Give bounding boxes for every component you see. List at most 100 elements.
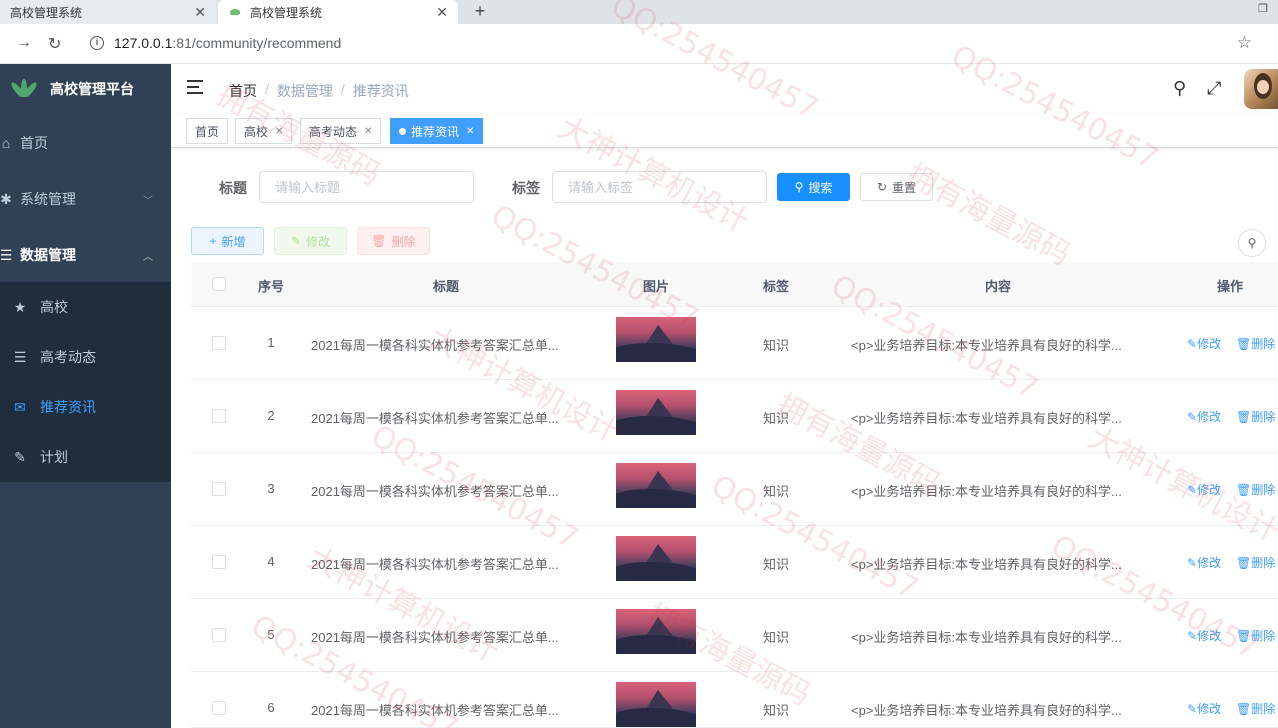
row-tag: 知识: [762, 630, 789, 645]
delete-button[interactable]: 🗑 删除: [357, 227, 430, 255]
sidebar-item-recommend[interactable]: ✉ 推荐资讯: [0, 382, 171, 432]
tag-search-input[interactable]: [552, 171, 767, 203]
row-number: 5: [267, 627, 275, 642]
trash-icon: 🗑: [1236, 702, 1252, 716]
gear-icon: ✱: [0, 190, 12, 207]
url-field[interactable]: i 127.0.0.1:81/community/recommend: [90, 35, 341, 51]
select-all-checkbox[interactable]: [212, 277, 226, 291]
row-image[interactable]: [616, 609, 696, 654]
reset-button-label: 重置: [892, 180, 917, 195]
avatar[interactable]: [1244, 69, 1278, 109]
row-checkbox[interactable]: [212, 628, 226, 642]
row-image[interactable]: [616, 317, 696, 362]
edit-button[interactable]: ✎ 修改: [274, 227, 347, 255]
row-delete-label: 删除: [1251, 702, 1276, 716]
close-icon[interactable]: ✕: [194, 4, 206, 21]
sidebar-logo[interactable]: 高校管理平台: [0, 64, 171, 114]
row-delete-link[interactable]: 🗑删除: [1236, 408, 1275, 425]
sidebar-item-system[interactable]: ✱ 系统管理 ﹀: [0, 174, 171, 224]
row-delete-link[interactable]: 🗑删除: [1236, 335, 1275, 352]
close-icon[interactable]: ✕: [275, 126, 283, 137]
row-edit-link[interactable]: ✎修改: [1187, 700, 1221, 717]
row-delete-link[interactable]: 🗑删除: [1236, 481, 1275, 498]
row-title: 2021每周一模各科实体机参考答案汇总单...: [311, 484, 559, 499]
tag-label: 推荐资讯: [411, 124, 460, 139]
close-icon[interactable]: ✕: [466, 126, 474, 137]
sidebar-item-plan[interactable]: ✎ 计划: [0, 432, 171, 482]
new-tab-icon[interactable]: +: [470, 0, 490, 24]
breadcrumb-item[interactable]: 首页: [229, 81, 257, 101]
sidebar-item-label: 高考动态: [40, 349, 96, 365]
sidebar: 高校管理平台 ⌂ 首页 ✱ 系统管理 ﹀ ☰ 数据管理 ︿ ★ 高校 ☰ 高考动…: [0, 64, 171, 728]
tag-label: 高考动态: [309, 124, 358, 139]
row-image[interactable]: [616, 463, 696, 508]
row-delete-link[interactable]: 🗑删除: [1236, 700, 1275, 717]
sidebar-item-home[interactable]: ⌂ 首页: [0, 118, 171, 168]
row-edit-label: 修改: [1197, 337, 1222, 351]
browser-tab-2[interactable]: 高校管理系统 ✕: [218, 0, 458, 24]
sidebar-item-data[interactable]: ☰ 数据管理 ︿: [0, 230, 171, 280]
browser-tab-title: 高校管理系统: [10, 5, 83, 20]
search-icon: ⚲: [794, 180, 804, 194]
row-title: 2021每周一模各科实体机参考答案汇总单...: [311, 411, 559, 426]
breadcrumb-separator: /: [340, 81, 345, 97]
browser-tab-title: 高校管理系统: [250, 5, 323, 20]
table-row: 3 2021每周一模各科实体机参考答案汇总单... 知识 <p>业务培养目标:本…: [191, 453, 1278, 526]
row-edit-link[interactable]: ✎修改: [1187, 554, 1221, 571]
reset-button[interactable]: ↻ 重置: [860, 173, 933, 201]
tag-exam-news[interactable]: 高考动态 ✕: [300, 118, 382, 144]
row-edit-link[interactable]: ✎修改: [1187, 481, 1221, 498]
row-checkbox[interactable]: [212, 409, 226, 423]
row-number: 1: [267, 335, 275, 350]
sidebar-item-university[interactable]: ★ 高校: [0, 282, 171, 332]
window-restore-icon[interactable]: ❐: [1258, 2, 1268, 15]
hamburger-icon[interactable]: [187, 80, 205, 94]
row-edit-link[interactable]: ✎修改: [1187, 408, 1221, 425]
column-header: 序号: [257, 279, 284, 294]
close-icon[interactable]: ✕: [364, 126, 372, 137]
title-search-input[interactable]: [259, 171, 474, 203]
add-button[interactable]: + 新增: [191, 227, 264, 255]
row-checkbox[interactable]: [212, 336, 226, 350]
row-edit-link[interactable]: ✎修改: [1187, 627, 1221, 644]
table-row: 1 2021每周一模各科实体机参考答案汇总单... 知识 <p>业务培养目标:本…: [191, 307, 1278, 380]
sidebar-item-label: 推荐资讯: [40, 399, 96, 415]
fullscreen-icon[interactable]: ⤢: [1207, 78, 1221, 99]
row-content: <p>业务培养目标:本专业培养具有良好的科学...: [851, 557, 1122, 572]
tag-university[interactable]: 高校 ✕: [235, 118, 293, 144]
favicon-icon: [228, 7, 242, 17]
breadcrumb-item: 推荐资讯: [352, 83, 409, 99]
address-bar: → ↻ i 127.0.0.1:81/community/recommend ☆: [0, 24, 1278, 64]
row-checkbox[interactable]: [212, 701, 226, 715]
edit-icon: ✎: [1187, 702, 1198, 716]
row-image[interactable]: [616, 682, 696, 727]
row-title: 2021每周一模各科实体机参考答案汇总单...: [311, 703, 559, 718]
reload-icon[interactable]: ↻: [48, 34, 61, 54]
title-label: 标题: [219, 180, 247, 196]
search-icon[interactable]: ⚲: [1173, 78, 1186, 99]
row-number: 6: [267, 700, 275, 715]
add-button-label: 新增: [221, 234, 246, 249]
row-delete-link[interactable]: 🗑删除: [1236, 554, 1275, 571]
forward-arrow-icon[interactable]: →: [16, 34, 32, 52]
row-delete-link[interactable]: 🗑删除: [1236, 627, 1275, 644]
row-image[interactable]: [616, 536, 696, 581]
search-button[interactable]: ⚲ 搜索: [777, 173, 850, 201]
row-image[interactable]: [616, 390, 696, 435]
browser-tab-1[interactable]: 高校管理系统 ✕: [0, 0, 216, 24]
bookmark-star-icon[interactable]: ☆: [1237, 33, 1252, 53]
table-row: 4 2021每周一模各科实体机参考答案汇总单... 知识 <p>业务培养目标:本…: [191, 526, 1278, 599]
info-icon[interactable]: i: [90, 36, 104, 50]
toggle-search-button[interactable]: ⚲: [1238, 229, 1266, 257]
trash-icon: 🗑: [371, 234, 387, 248]
sidebar-item-exam-news[interactable]: ☰ 高考动态: [0, 332, 171, 382]
row-edit-label: 修改: [1197, 483, 1222, 497]
tag-recommend[interactable]: 推荐资讯 ✕: [390, 118, 484, 144]
row-checkbox[interactable]: [212, 482, 226, 496]
row-delete-label: 删除: [1251, 410, 1276, 424]
close-icon[interactable]: ✕: [436, 4, 448, 21]
row-checkbox[interactable]: [212, 555, 226, 569]
sidebar-submenu: ★ 高校 ☰ 高考动态 ✉ 推荐资讯 ✎ 计划: [0, 282, 171, 482]
row-edit-link[interactable]: ✎修改: [1187, 335, 1221, 352]
tag-home[interactable]: 首页: [186, 118, 229, 144]
